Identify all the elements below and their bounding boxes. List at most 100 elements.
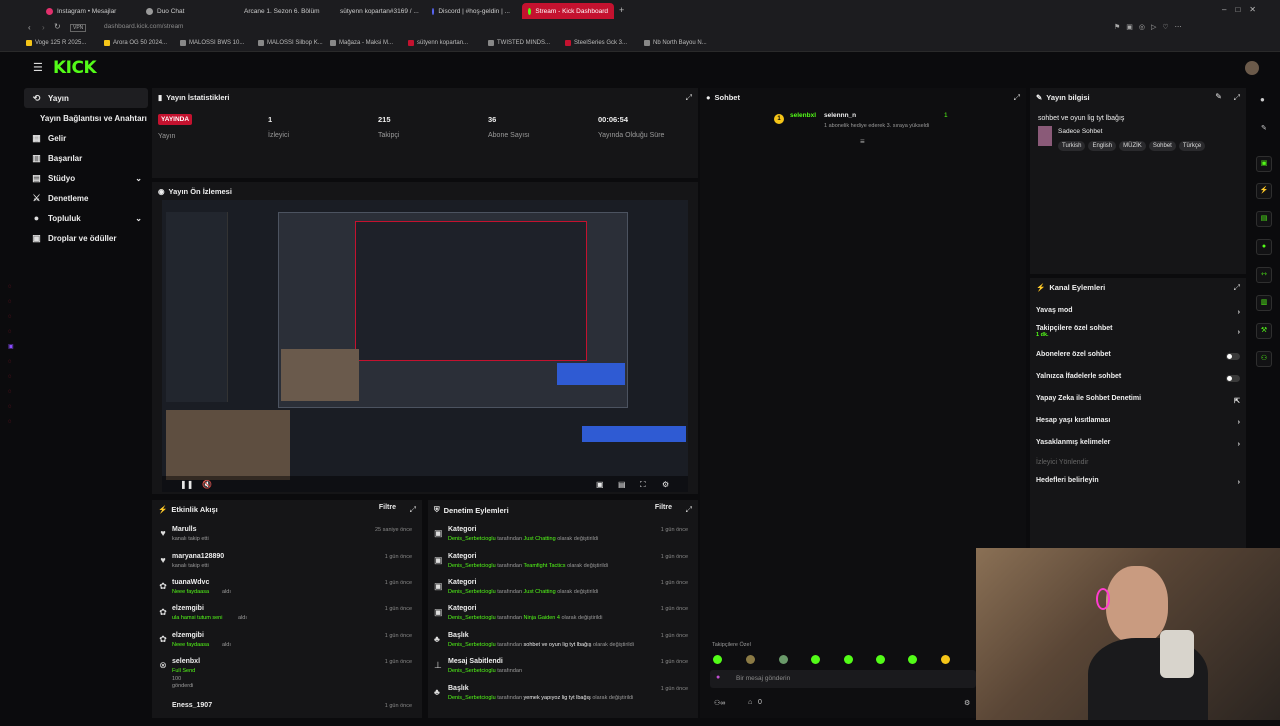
bookmark[interactable]: Nb North Bayou N... xyxy=(644,40,707,46)
menu-icon[interactable]: ☰ xyxy=(33,61,43,74)
users-icon[interactable]: ⚇∞ xyxy=(714,699,725,707)
sidebar-item-stream-key[interactable]: Yayın Bağlantısı ve Anahtarı xyxy=(24,108,148,128)
rail-dot-icon[interactable]: ◌ xyxy=(8,400,16,415)
back-icon[interactable]: ‹ xyxy=(28,23,31,32)
chat-target[interactable]: selennn_n xyxy=(824,112,856,119)
mute-icon[interactable]: 🔇 xyxy=(202,480,212,489)
emote-icon[interactable] xyxy=(941,655,950,664)
browser-tab[interactable]: sütyenn kopartan#3169 / ... xyxy=(330,3,420,19)
sidebar-item-studyo[interactable]: ▤ Stüdyo ⌄ xyxy=(24,168,148,188)
sidebar-item-denetleme[interactable]: ⚔ Denetleme xyxy=(24,188,148,208)
sidebar-item-yayin[interactable]: ⟲ Yayın xyxy=(24,88,148,108)
rail-dot-icon[interactable]: ◌ xyxy=(8,355,16,370)
avatar[interactable] xyxy=(1245,61,1259,75)
emote-icon[interactable] xyxy=(844,655,853,664)
bookmark[interactable]: TWISTED MINDS... xyxy=(488,40,550,46)
rail-dot-icon[interactable]: ◌ xyxy=(8,325,16,340)
trash-icon[interactable]: ⌂ xyxy=(748,699,752,706)
browser-tab[interactable]: Instagram • Mesajlar xyxy=(40,3,132,19)
ai-moderation-row[interactable]: Yapay Zeka ile Sohbet Denetimi ⇱ xyxy=(1036,395,1240,417)
chat-input[interactable]: ● Bir mesaj gönderin xyxy=(710,670,976,688)
rail-panel-icon[interactable]: ▥ xyxy=(1256,295,1272,311)
list-item: ♣ Başlık Denis_Serbetcioglu tarafından yem… xyxy=(434,685,688,701)
new-tab-icon[interactable]: + xyxy=(619,5,624,15)
browser-tab-active[interactable]: Stream - Kick Dashboard xyxy=(522,3,614,19)
rail-dot-icon[interactable]: ◌ xyxy=(8,280,16,295)
pause-icon[interactable]: ❚❚ xyxy=(180,480,193,489)
rail-stats-icon[interactable]: ▣ xyxy=(1256,156,1272,172)
popout-icon[interactable]: ⤢ xyxy=(686,505,692,515)
url-field[interactable]: dashboard.kick.com/stream xyxy=(104,23,183,30)
bookmark[interactable]: MALOSSI Silbop K... xyxy=(258,40,323,46)
tag[interactable]: MÜZİK xyxy=(1119,141,1146,151)
layout-icon[interactable]: ▤ xyxy=(618,480,626,489)
rail-dot-icon[interactable]: ◌ xyxy=(8,310,16,325)
rail-dot-icon[interactable]: ◌ xyxy=(8,370,16,385)
emote-only-toggle[interactable] xyxy=(1226,375,1240,382)
emote-icon[interactable] xyxy=(746,655,755,664)
bookmark[interactable]: sütyenn kopartan... xyxy=(408,40,468,46)
rail-tool-icon[interactable]: ⚒ xyxy=(1256,323,1272,339)
filter-button[interactable]: Filtre xyxy=(379,504,396,511)
bookmark[interactable]: Mağaza - Maksi M... xyxy=(330,40,393,46)
rail-bolt-icon[interactable]: ⚡ xyxy=(1256,183,1272,199)
settings-icon[interactable]: ⚙ xyxy=(964,699,970,707)
followers-only-row[interactable]: Takipçilere özel sohbet 1 dk. › xyxy=(1036,325,1240,347)
bookmark[interactable]: MALOSSI BWS 10... xyxy=(180,40,244,46)
theater-icon[interactable]: ▣ xyxy=(596,480,604,489)
tag[interactable]: Turkish xyxy=(1058,141,1086,151)
chat-sender[interactable]: selenbxl xyxy=(790,112,816,119)
goals-row[interactable]: Hedefleri belirleyin › xyxy=(1036,477,1240,499)
reload-icon[interactable]: ↻ xyxy=(54,22,61,31)
browser-tab[interactable]: Arcane 1. Sezon 6. Bölüm xyxy=(234,3,324,19)
edit-icon[interactable]: ✎ xyxy=(1215,92,1222,101)
rail-link-icon[interactable]: ⇿ xyxy=(1256,267,1272,283)
emote-icon[interactable] xyxy=(713,655,722,664)
bookmark[interactable]: SteelSeries Gck 3... xyxy=(565,40,627,46)
extensions-icon[interactable]: ⚑▣◎▷♡⋯ xyxy=(1114,23,1188,31)
fullscreen-icon[interactable]: ⛶ xyxy=(640,480,646,490)
tag[interactable]: Türkçe xyxy=(1178,141,1206,151)
tag[interactable]: Sohbet xyxy=(1148,141,1176,151)
filter-button[interactable]: Filtre xyxy=(655,504,672,511)
emote-icon[interactable] xyxy=(876,655,885,664)
sidebar-item-basarilar[interactable]: ▥ Başarılar xyxy=(24,148,148,168)
browser-tab[interactable]: Discord | #hoş-geldin | ... xyxy=(426,3,516,19)
stream-preview-video[interactable] xyxy=(162,200,688,492)
popout-icon[interactable]: ⤢ xyxy=(1234,93,1240,103)
account-age-row[interactable]: Hesap yaşı kısıtlaması › xyxy=(1036,417,1240,439)
tag[interactable]: English xyxy=(1088,141,1117,151)
rail-dot-icon[interactable]: ◌ xyxy=(8,295,16,310)
popout-icon[interactable]: ⤢ xyxy=(1014,93,1020,103)
pin-handle-icon[interactable]: ≡ xyxy=(860,137,865,146)
category-name[interactable]: Sadece Sohbet xyxy=(1058,128,1102,135)
popout-icon[interactable]: ⤢ xyxy=(410,505,416,515)
rail-dot-icon[interactable]: ◌ xyxy=(8,415,16,430)
popout-icon[interactable]: ⤢ xyxy=(686,93,692,103)
rail-chat-icon[interactable]: ● xyxy=(1256,239,1272,255)
rail-list-icon[interactable]: ▤ xyxy=(1256,211,1272,227)
chart-icon: ▮ xyxy=(158,93,163,102)
subs-only-toggle[interactable] xyxy=(1226,353,1240,360)
emote-icon[interactable] xyxy=(908,655,917,664)
bookmark[interactable]: Arora OG 50 2024... xyxy=(104,40,167,46)
popout-icon[interactable]: ⤢ xyxy=(1234,283,1240,293)
bookmark[interactable]: Voge 125 R 2025... xyxy=(26,40,86,46)
sidebar-item-droplar[interactable]: ▣ Droplar ve ödüller xyxy=(24,228,148,248)
pen-icon[interactable]: ✎ xyxy=(1261,124,1267,132)
kick-logo[interactable]: KICK xyxy=(53,58,97,78)
sidebar-item-gelir[interactable]: ▦ Gelir xyxy=(24,128,148,148)
emote-icon[interactable] xyxy=(811,655,820,664)
rail-dot-icon[interactable]: ◌ xyxy=(8,385,16,400)
window-controls-icon[interactable]: –□✕ xyxy=(1222,5,1265,14)
sidebar-item-topluluk[interactable]: ● Topluluk ⌄ xyxy=(24,208,148,228)
browser-tab[interactable]: Duo Chat xyxy=(140,3,228,19)
rail-users-icon[interactable]: ⚇ xyxy=(1256,351,1272,367)
banned-words-row[interactable]: Yasaklanmış kelimeler › xyxy=(1036,439,1240,461)
rail-dot-icon[interactable]: ▣ xyxy=(8,340,16,355)
vpn-badge-icon[interactable]: VPN xyxy=(70,24,87,32)
emote-icon[interactable] xyxy=(779,655,788,664)
forward-icon[interactable]: › xyxy=(42,23,45,32)
info-icon[interactable]: ● xyxy=(1260,95,1265,104)
settings-icon[interactable]: ⚙ xyxy=(662,480,669,489)
